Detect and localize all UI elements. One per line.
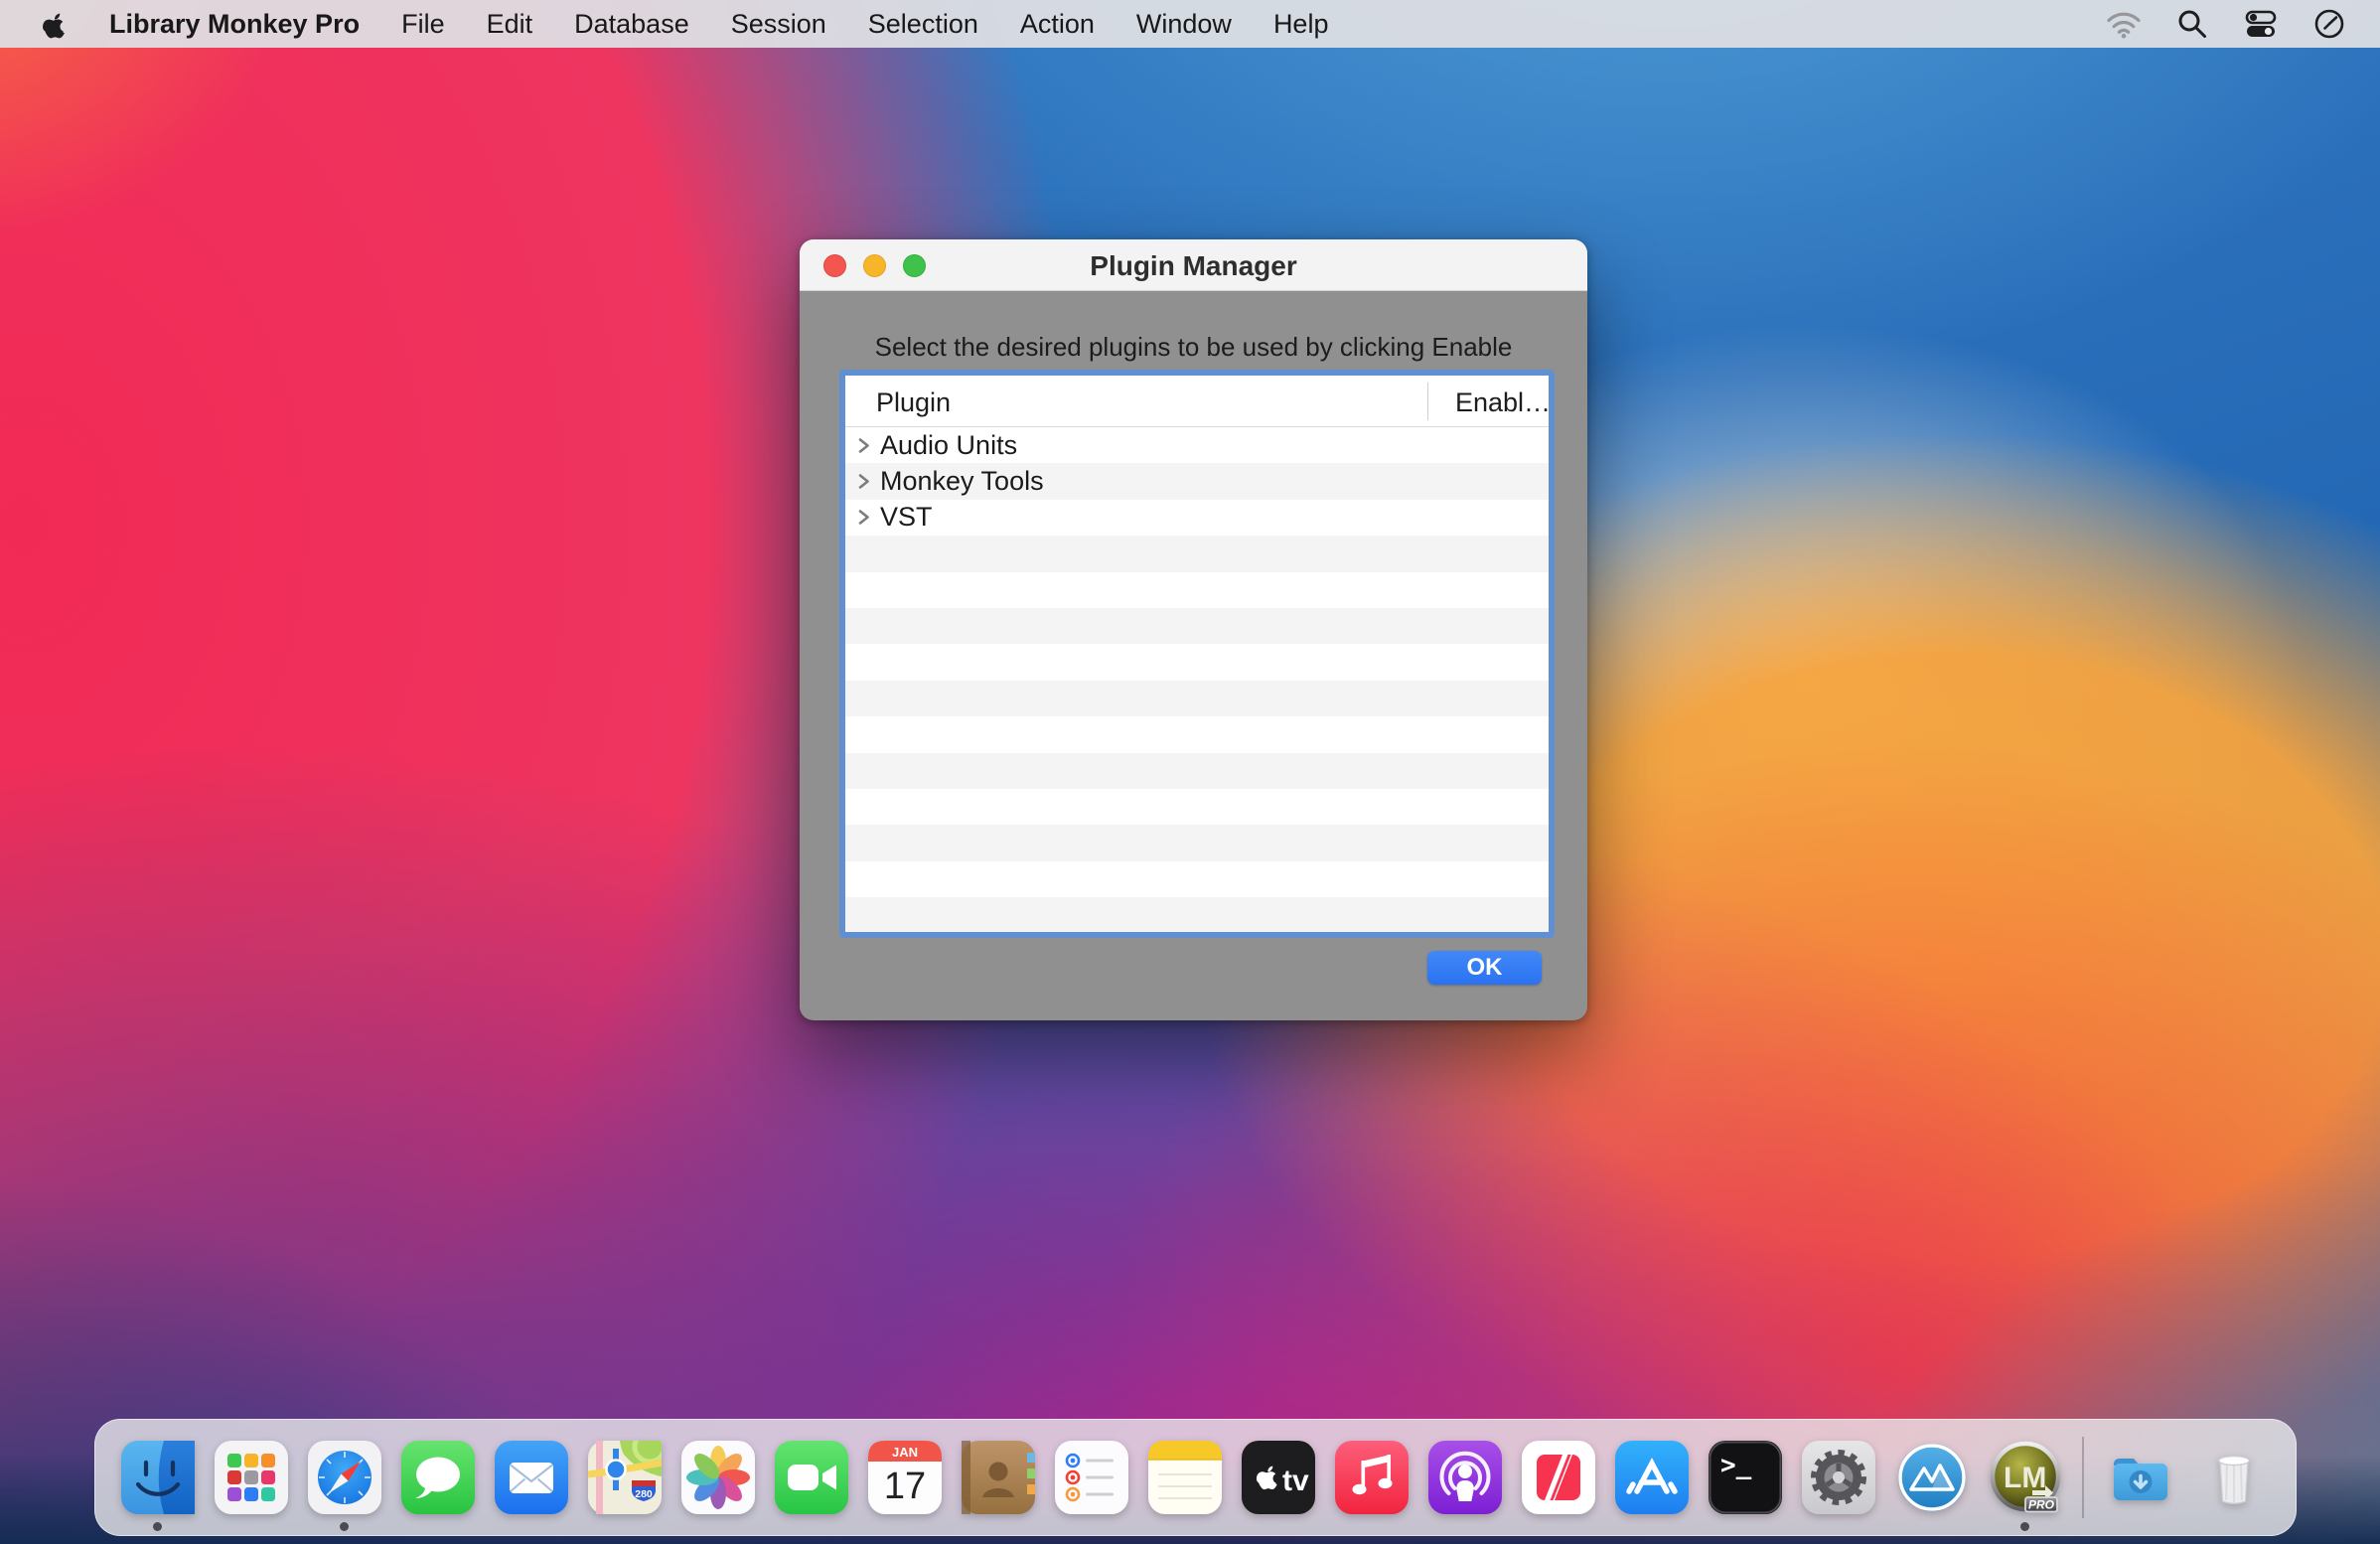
plugin-group-label: Monkey Tools [880, 466, 1044, 497]
window-title: Plugin Manager [800, 250, 1587, 282]
disclosure-chevron-icon[interactable] [856, 473, 874, 490]
menu-database[interactable]: Database [574, 9, 689, 40]
dock-terminal-icon[interactable]: >_ [1709, 1441, 1782, 1514]
disclosure-chevron-icon[interactable] [856, 509, 874, 526]
disclosure-chevron-icon[interactable] [856, 437, 874, 454]
dock: 280 [94, 1419, 2297, 1536]
table-row-vst[interactable]: VST [845, 500, 1549, 536]
menu-help[interactable]: Help [1273, 9, 1329, 40]
empty-row [845, 825, 1549, 860]
apple-icon [42, 9, 68, 40]
plugin-table: Plugin Enabl… Audio Units Monkey Tools [839, 370, 1555, 938]
wifi-icon[interactable] [2106, 7, 2142, 41]
search-icon[interactable] [2175, 7, 2209, 41]
dock-apple-tv-icon[interactable]: tv [1242, 1441, 1315, 1514]
dock-finder-icon[interactable] [121, 1441, 195, 1514]
dock-trash-icon[interactable] [2197, 1441, 2271, 1514]
running-indicator [2020, 1522, 2029, 1531]
apple-tv-label: tv [1282, 1465, 1309, 1497]
empty-row [845, 644, 1549, 680]
table-body: Audio Units Monkey Tools VST [845, 427, 1549, 932]
instruction-text: Select the desired plugins to be used by… [800, 332, 1587, 363]
column-header-enabled[interactable]: Enabl… [1455, 387, 1551, 418]
plugin-manager-window: Plugin Manager Select the desired plugin… [800, 239, 1587, 1020]
empty-row [845, 861, 1549, 897]
dock-news-icon[interactable] [1522, 1441, 1595, 1514]
empty-row [845, 572, 1549, 608]
clock-icon[interactable] [2312, 7, 2346, 41]
menu-file[interactable]: File [401, 9, 445, 40]
dock-safari-icon[interactable] [308, 1441, 381, 1514]
dock-mountain-app-icon[interactable] [1895, 1441, 1969, 1514]
dock-podcasts-icon[interactable] [1428, 1441, 1502, 1514]
menu-edit[interactable]: Edit [487, 9, 533, 40]
active-app-name[interactable]: Library Monkey Pro [109, 9, 360, 40]
menu-selection[interactable]: Selection [868, 9, 978, 40]
empty-row [845, 536, 1549, 571]
dock-messages-icon[interactable] [401, 1441, 475, 1514]
ok-button[interactable]: OK [1427, 951, 1542, 985]
menu-window[interactable]: Window [1136, 9, 1232, 40]
menu-action[interactable]: Action [1020, 9, 1095, 40]
dock-facetime-icon[interactable] [775, 1441, 848, 1514]
dock-contacts-icon[interactable] [962, 1441, 1035, 1514]
dock-launchpad-icon[interactable] [215, 1441, 288, 1514]
running-indicator [340, 1522, 349, 1531]
dock-downloads-folder-icon[interactable] [2104, 1441, 2177, 1514]
window-title-bar[interactable]: Plugin Manager [800, 239, 1587, 291]
dock-notes-icon[interactable] [1148, 1441, 1222, 1514]
dock-maps-icon[interactable]: 280 [588, 1441, 662, 1514]
dock-separator [2082, 1437, 2084, 1518]
menu-session[interactable]: Session [731, 9, 826, 40]
terminal-prompt-glyph: >_ [1720, 1451, 1752, 1480]
lm-pro-badge: PRO [2027, 1498, 2054, 1512]
dock-calendar-icon[interactable]: JAN 17 [868, 1441, 942, 1514]
empty-row [845, 897, 1549, 932]
desktop: Library Monkey Pro File Edit Database Se… [0, 0, 2380, 1544]
table-row-monkey-tools[interactable]: Monkey Tools [845, 463, 1549, 499]
empty-row [845, 681, 1549, 716]
lm-letters: LM [2004, 1462, 2046, 1494]
column-separator[interactable] [1427, 383, 1428, 420]
table-row-audio-units[interactable]: Audio Units [845, 427, 1549, 463]
calendar-day-label: 17 [883, 1466, 925, 1507]
maps-shield-label: 280 [635, 1488, 653, 1500]
dock-mail-icon[interactable] [495, 1441, 568, 1514]
calendar-month-label: JAN [891, 1445, 917, 1460]
dock-reminders-icon[interactable] [1055, 1441, 1128, 1514]
plugin-group-label: Audio Units [880, 430, 1017, 461]
table-header: Plugin Enabl… [845, 376, 1549, 427]
empty-row [845, 789, 1549, 825]
apple-menu[interactable] [42, 9, 68, 40]
column-header-plugin[interactable]: Plugin [876, 387, 951, 418]
dock-app-store-icon[interactable] [1615, 1441, 1689, 1514]
dock-library-monkey-pro-icon[interactable]: LM PRO [1989, 1441, 2062, 1514]
empty-row [845, 753, 1549, 789]
dock-music-icon[interactable] [1335, 1441, 1409, 1514]
control-center-icon[interactable] [2243, 7, 2279, 41]
menu-bar-status-area [2106, 7, 2346, 41]
dock-system-preferences-icon[interactable] [1802, 1441, 1875, 1514]
empty-row [845, 608, 1549, 644]
empty-row [845, 716, 1549, 752]
plugin-group-label: VST [880, 502, 933, 533]
dock-photos-icon[interactable] [681, 1441, 755, 1514]
menu-bar: Library Monkey Pro File Edit Database Se… [0, 0, 2380, 48]
running-indicator [153, 1522, 162, 1531]
